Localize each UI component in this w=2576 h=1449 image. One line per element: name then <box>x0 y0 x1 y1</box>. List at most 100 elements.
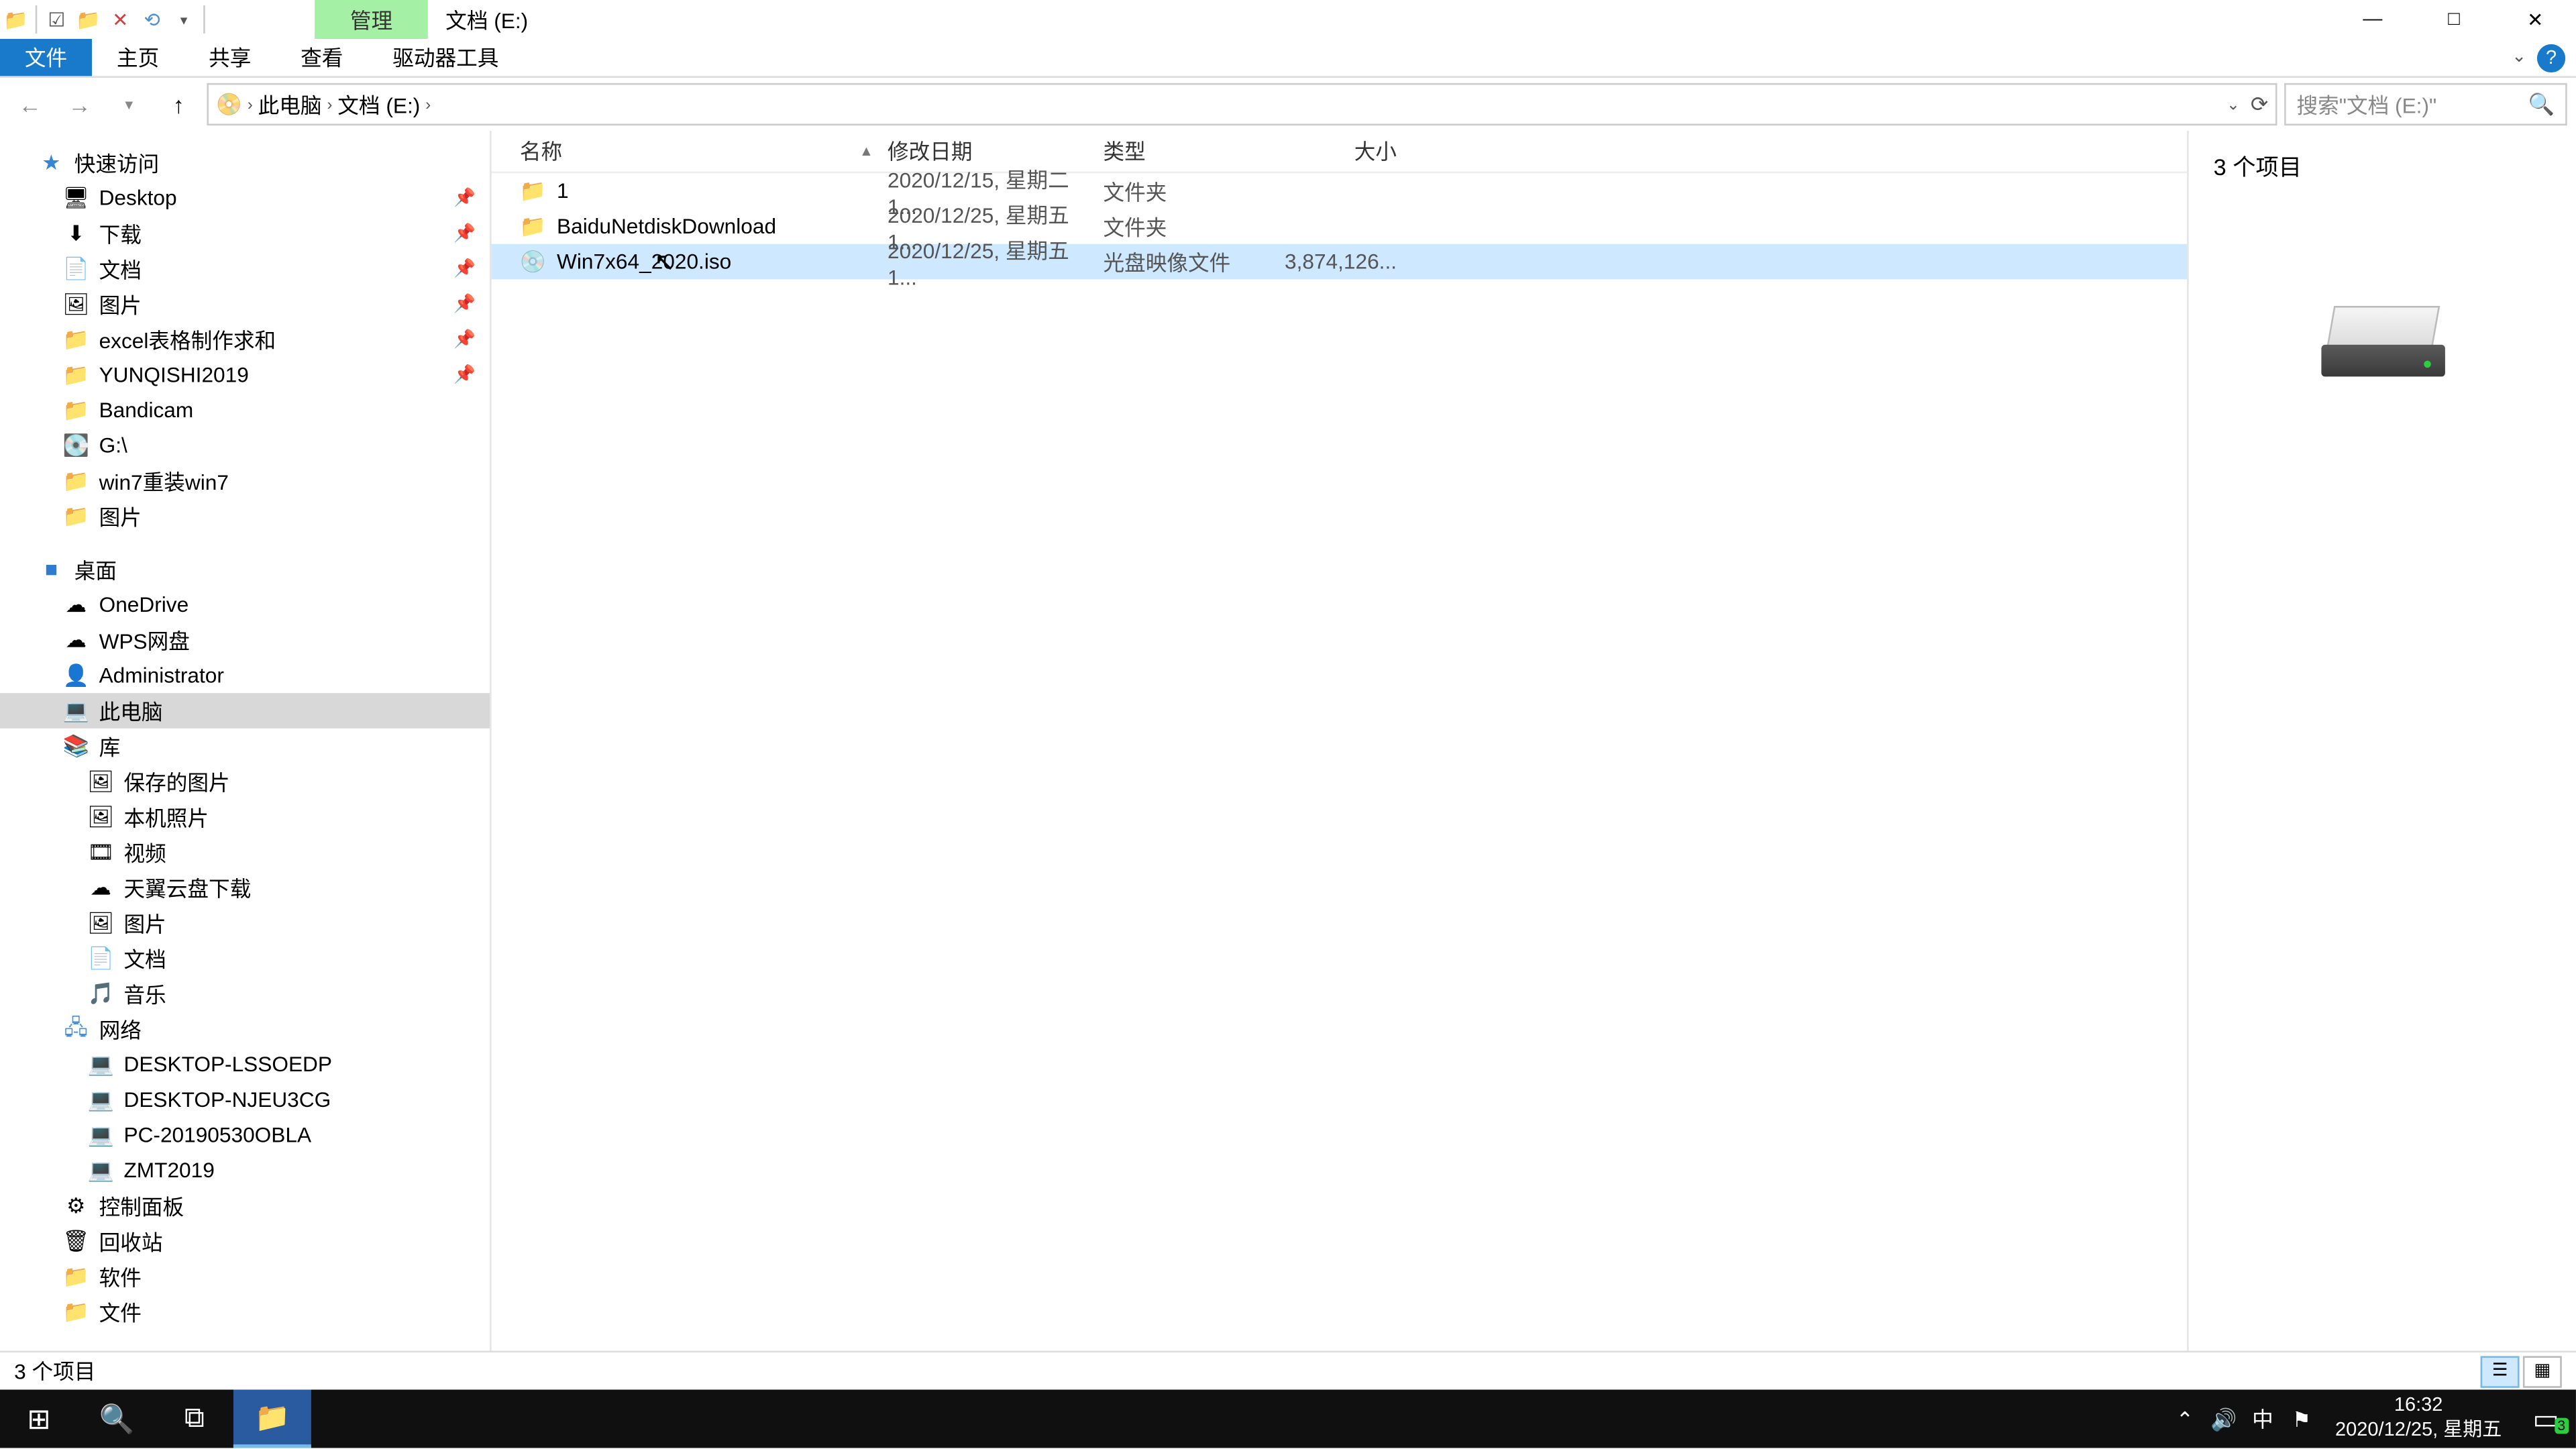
status-bar: 3 个项目 ☰ ▦ <box>0 1351 2576 1390</box>
tree-lib-item[interactable]: ☁天翼云盘下载 <box>0 870 490 906</box>
tree-net-item[interactable]: 💻ZMT2019 <box>0 1152 490 1188</box>
tree-quick-item[interactable]: 📁YUNQISHI2019📌 <box>0 357 490 392</box>
tree-extra-item[interactable]: 📁软件 <box>0 1258 490 1294</box>
task-view-button[interactable]: ⧉ <box>156 1390 233 1448</box>
tree-net-item[interactable]: 💻PC-20190530OBLA <box>0 1118 490 1153</box>
refresh-icon[interactable]: ⟳ <box>2251 92 2269 117</box>
breadcrumb[interactable]: 📀› 此电脑› 文档 (E:)› ⌄ ⟳ <box>207 83 2277 125</box>
title-bar: 📁 ☑ 📁 ✕ ⟲ ▾ 管理 文档 (E:) — □ ✕ <box>0 0 2576 39</box>
help-icon[interactable]: ? <box>2537 44 2565 72</box>
column-name[interactable]: 名称 ▲ <box>492 136 888 166</box>
tree-quick-item[interactable]: 💽G:\ <box>0 428 490 464</box>
nav-recent-button[interactable]: ▾ <box>108 83 150 125</box>
tree-lib-item[interactable]: 🖼图片 <box>0 905 490 941</box>
tree-net-item[interactable]: 💻DESKTOP-NJEU3CG <box>0 1082 490 1118</box>
tree-quick-item[interactable]: 📁图片 <box>0 498 490 534</box>
taskbar-search-button[interactable]: 🔍 <box>78 1390 156 1448</box>
drive-thumbnail-icon <box>2320 306 2444 376</box>
minimize-button[interactable]: — <box>2332 0 2413 39</box>
breadcrumb-seg-pc[interactable]: 此电脑 <box>258 89 322 119</box>
qat-customize-icon[interactable]: ▾ <box>168 3 199 35</box>
ribbon-tab-view[interactable]: 查看 <box>276 39 368 76</box>
tree-desk-item[interactable]: 👤Administrator <box>0 657 490 693</box>
ribbon-collapse-icon[interactable]: ⌄ <box>2512 48 2526 67</box>
tree-extra-item[interactable]: ⚙控制面板 <box>0 1188 490 1224</box>
tree-lib-item[interactable]: 📄文档 <box>0 941 490 976</box>
qat-undo-icon[interactable]: ⟲ <box>136 3 168 35</box>
tree-quick-item[interactable]: 📁win7重装win7 <box>0 464 490 499</box>
tree-network[interactable]: 🖧 网络 <box>0 1012 490 1047</box>
nav-forward-button[interactable]: → <box>58 83 101 125</box>
tree-quick-access[interactable]: ★ 快速访问 <box>0 145 490 180</box>
tree-lib-item[interactable]: 🖼保存的图片 <box>0 764 490 800</box>
maximize-button[interactable]: □ <box>2413 0 2494 39</box>
qat-delete-icon[interactable]: ✕ <box>104 3 136 35</box>
column-type[interactable]: 类型 <box>1104 136 1284 166</box>
clock-date: 2020/12/25, 星期五 <box>2335 1419 2502 1442</box>
close-button[interactable]: ✕ <box>2495 0 2576 39</box>
start-button[interactable]: ⊞ <box>0 1390 78 1448</box>
item-icon: 📁 <box>64 468 89 493</box>
tree-desk-item[interactable]: ☁OneDrive <box>0 587 490 623</box>
item-icon: 📁 <box>64 362 89 387</box>
breadcrumb-seg-drive[interactable]: 文档 (E:) <box>337 89 420 119</box>
tree-desk-item[interactable]: 💻此电脑 <box>0 693 490 729</box>
tree-desktop[interactable]: ■ 桌面 <box>0 551 490 587</box>
tree-extra-item[interactable]: 🗑回收站 <box>0 1224 490 1259</box>
tree-lib-item[interactable]: 🎵音乐 <box>0 976 490 1012</box>
tree-quick-item[interactable]: 🖥Desktop📌 <box>0 180 490 216</box>
file-row[interactable]: 💿Win7x64_2020.iso2020/12/25, 星期五 1...光盘映… <box>492 244 2187 280</box>
file-name: Win7x64_2020.iso <box>557 250 731 274</box>
ribbon-tab-share[interactable]: 共享 <box>184 39 276 76</box>
tree-quick-item[interactable]: ⬇下载📌 <box>0 216 490 252</box>
tree-quick-item[interactable]: 🖼图片📌 <box>0 286 490 322</box>
tray-volume-icon[interactable]: 🔊 <box>2204 1407 2243 1432</box>
tree-label: 本机照片 <box>123 802 209 832</box>
taskbar[interactable]: ⊞ 🔍 ⧉ 📁 ⌃ 🔊 中 ⚑ 16:32 2020/12/25, 星期五 ▭ … <box>0 1390 2576 1448</box>
qat-newfolder-icon[interactable]: 📁 <box>72 3 104 35</box>
file-list[interactable]: 名称 ▲ 修改日期 类型 大小 📁12020/12/15, 星期二 1...文件… <box>492 131 2187 1350</box>
tree-lib-item[interactable]: 🎞视频 <box>0 835 490 870</box>
file-name: 1 <box>557 178 569 203</box>
item-icon: 🖥 <box>64 186 89 211</box>
tree-quick-item[interactable]: 📄文档📌 <box>0 251 490 286</box>
taskbar-clock[interactable]: 16:32 2020/12/25, 星期五 <box>2321 1395 2516 1442</box>
tree-label: 视频 <box>123 837 166 867</box>
nav-tree[interactable]: ★ 快速访问 🖥Desktop📌⬇下载📌📄文档📌🖼图片📌📁excel表格制作求和… <box>0 131 492 1350</box>
taskbar-explorer-button[interactable]: 📁 <box>233 1390 311 1448</box>
column-size[interactable]: 大小 <box>1283 136 1407 166</box>
pin-icon: 📌 <box>453 294 476 314</box>
tree-desk-item[interactable]: 📚库 <box>0 729 490 764</box>
ribbon-tab-drive-tools[interactable]: 驱动器工具 <box>368 39 523 76</box>
tree-net-item[interactable]: 💻DESKTOP-LSSOEDP <box>0 1046 490 1082</box>
ribbon-tab-file[interactable]: 文件 <box>0 39 92 76</box>
nav-up-button[interactable]: ↑ <box>158 83 200 125</box>
file-row[interactable]: 📁BaiduNetdiskDownload2020/12/25, 星期五 1..… <box>492 209 2187 244</box>
tree-lib-item[interactable]: 🖼本机照片 <box>0 799 490 835</box>
column-headers[interactable]: 名称 ▲ 修改日期 类型 大小 <box>492 131 2187 173</box>
file-row[interactable]: 📁12020/12/15, 星期二 1...文件夹 <box>492 173 2187 209</box>
view-details-button[interactable]: ☰ <box>2481 1355 2520 1387</box>
ribbon: 文件 主页 共享 查看 驱动器工具 ⌄ ? <box>0 39 2576 78</box>
qat-properties-icon[interactable]: ☑ <box>41 3 72 35</box>
tray-overflow-icon[interactable]: ⌃ <box>2165 1407 2204 1432</box>
breadcrumb-dropdown-icon[interactable]: ⌄ <box>2226 95 2240 114</box>
tray-security-icon[interactable]: ⚑ <box>2282 1407 2321 1432</box>
column-date[interactable]: 修改日期 <box>888 136 1104 166</box>
file-type: 文件夹 <box>1104 211 1284 241</box>
tree-quick-item[interactable]: 📁Bandicam <box>0 392 490 428</box>
tray-ime-icon[interactable]: 中 <box>2243 1404 2282 1434</box>
ribbon-tab-home[interactable]: 主页 <box>92 39 184 76</box>
action-center-button[interactable]: ▭ 3 <box>2516 1401 2576 1437</box>
view-thumbnails-button[interactable]: ▦ <box>2523 1355 2562 1387</box>
tree-extra-item[interactable]: 📁文件 <box>0 1294 490 1330</box>
tree-quick-item[interactable]: 📁excel表格制作求和📌 <box>0 322 490 358</box>
tree-desk-item[interactable]: ☁WPS网盘 <box>0 623 490 658</box>
ribbon-context-tab[interactable]: 管理 <box>315 0 428 39</box>
item-icon: 💽 <box>64 433 89 458</box>
tree-label: YUNQISHI2019 <box>99 362 249 387</box>
search-input[interactable]: 搜索"文档 (E:)" 🔍 <box>2284 83 2567 125</box>
item-icon: 📁 <box>64 504 89 529</box>
nav-back-button[interactable]: ← <box>9 83 51 125</box>
qat-app-icon[interactable]: 📁 <box>0 3 32 35</box>
